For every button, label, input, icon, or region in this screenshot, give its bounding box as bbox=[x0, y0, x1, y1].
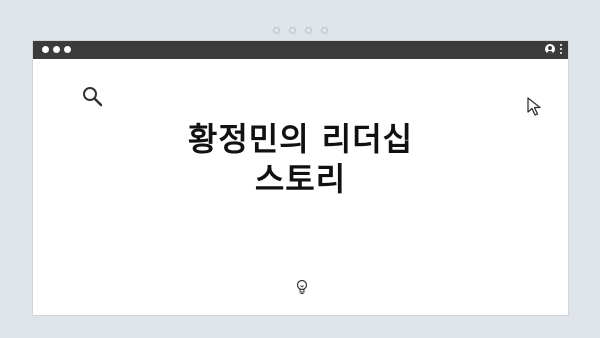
page-indicator-dot bbox=[304, 27, 312, 34]
headline: 황정민의 리더십 스토리 bbox=[33, 119, 568, 199]
search-icon bbox=[83, 87, 103, 107]
lightbulb-icon bbox=[296, 279, 308, 294]
window-controls bbox=[42, 46, 71, 53]
stage: 황정민의 리더십 스토리 bbox=[0, 0, 600, 338]
titlebar-actions bbox=[545, 43, 562, 55]
browser-window: 황정민의 리더십 스토리 bbox=[32, 40, 569, 316]
page-indicator-dot bbox=[320, 27, 328, 34]
maximize-dot[interactable] bbox=[64, 46, 71, 53]
minimize-dot[interactable] bbox=[53, 46, 60, 53]
page-indicator bbox=[0, 27, 600, 34]
user-icon[interactable] bbox=[545, 44, 555, 54]
cursor-arrow-icon bbox=[527, 97, 541, 116]
close-dot[interactable] bbox=[42, 46, 49, 53]
window-titlebar bbox=[33, 41, 568, 59]
headline-line-1: 황정민의 리더십 bbox=[187, 120, 414, 158]
page-indicator-dot bbox=[272, 27, 280, 34]
kebab-menu-icon[interactable] bbox=[560, 43, 562, 55]
page-indicator-dot bbox=[288, 27, 296, 34]
headline-line-2: 스토리 bbox=[254, 160, 347, 198]
